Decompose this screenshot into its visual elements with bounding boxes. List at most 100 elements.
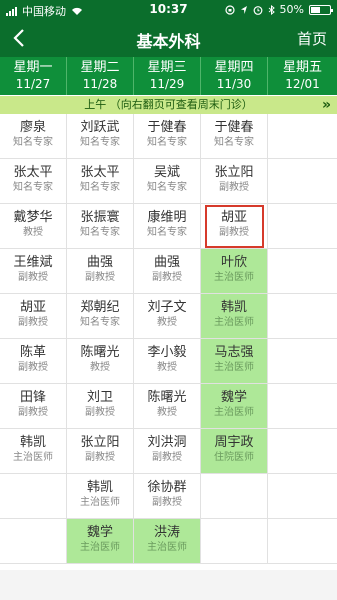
- doctor-cell[interactable]: 刘跃武 知名专家: [67, 114, 134, 159]
- bottom-area: [0, 570, 337, 600]
- doctor-cell[interactable]: 叶欣 主治医师: [201, 249, 268, 294]
- empty-cell: [0, 519, 67, 564]
- doctor-title: 副教授: [152, 272, 182, 283]
- doctor-name: 戴梦华: [13, 210, 53, 225]
- doctor-name: 刘跃武: [80, 120, 120, 135]
- page-title: 基本外科: [136, 32, 201, 51]
- empty-cell: [268, 519, 337, 564]
- doctor-name: 廖泉: [19, 120, 46, 135]
- doctor-title: 副教授: [18, 317, 48, 328]
- doctor-title: 知名专家: [80, 317, 120, 328]
- doctor-title: 教授: [157, 317, 177, 328]
- doctor-title: 主治医师: [214, 407, 254, 418]
- doctor-name: 胡亚: [19, 300, 46, 315]
- doctor-cell[interactable]: 王维斌 副教授: [0, 249, 67, 294]
- day-name: 星期三: [147, 60, 187, 75]
- doctor-cell[interactable]: 于健春 知名专家: [134, 114, 201, 159]
- doctor-title: 主治医师: [13, 452, 53, 463]
- doctor-title: 副教授: [219, 182, 249, 193]
- doctor-cell[interactable]: 马志强 主治医师: [201, 339, 268, 384]
- doctor-cell[interactable]: 张太平 知名专家: [67, 159, 134, 204]
- day-tab-monday[interactable]: 星期一 11/27: [0, 57, 67, 95]
- doctor-title: 知名专家: [13, 137, 53, 148]
- doctor-title: 副教授: [85, 272, 115, 283]
- navigation-bar: 基本外科 首页: [0, 20, 337, 57]
- doctor-name: 曲强: [86, 255, 113, 270]
- doctor-cell[interactable]: 韩凯 主治医师: [201, 294, 268, 339]
- doctor-cell[interactable]: 田锋 副教授: [0, 384, 67, 429]
- doctor-title: 主治医师: [147, 542, 187, 553]
- doctor-title: 教授: [157, 362, 177, 373]
- doctor-cell[interactable]: 曲强 副教授: [67, 249, 134, 294]
- doctor-title: 副教授: [18, 407, 48, 418]
- doctor-cell[interactable]: 张立阳 副教授: [201, 159, 268, 204]
- empty-cell: [268, 294, 337, 339]
- day-tab-thursday[interactable]: 星期四 11/30: [201, 57, 268, 95]
- double-chevron-right-icon[interactable]: »: [322, 96, 331, 114]
- day-tab-tuesday[interactable]: 星期二 11/28: [67, 57, 134, 95]
- doctor-title: 主治医师: [80, 497, 120, 508]
- bluetooth-icon: [268, 4, 275, 15]
- doctor-title: 知名专家: [147, 137, 187, 148]
- doctor-title: 教授: [23, 227, 43, 238]
- doctor-name: 马志强: [214, 345, 254, 360]
- doctor-cell[interactable]: 张太平 知名专家: [0, 159, 67, 204]
- empty-cell: [268, 339, 337, 384]
- doctor-title: 知名专家: [147, 182, 187, 193]
- doctor-cell[interactable]: 吴斌 知名专家: [134, 159, 201, 204]
- doctor-cell[interactable]: 韩凯 主治医师: [0, 429, 67, 474]
- doctor-cell[interactable]: 刘子文 教授: [134, 294, 201, 339]
- doctor-cell[interactable]: 郑朝纪 知名专家: [67, 294, 134, 339]
- doctor-name: 张振寰: [80, 210, 120, 225]
- day-name: 星期二: [80, 60, 120, 75]
- doctor-title: 教授: [90, 362, 110, 373]
- doctor-name: 田锋: [19, 390, 46, 405]
- doctor-title: 住院医师: [214, 452, 254, 463]
- doctor-name: 张立阳: [214, 165, 254, 180]
- doctor-name: 张太平: [13, 165, 53, 180]
- doctor-name: 王维斌: [13, 255, 53, 270]
- battery-icon: [309, 4, 333, 15]
- doctor-cell[interactable]: 康维明 知名专家: [134, 204, 201, 249]
- doctor-cell[interactable]: 张振寰 知名专家: [67, 204, 134, 249]
- day-date: 12/01: [285, 77, 320, 91]
- doctor-cell[interactable]: 于健春 知名专家: [201, 114, 268, 159]
- doctor-cell[interactable]: 陈革 副教授: [0, 339, 67, 384]
- doctor-title: 主治医师: [214, 272, 254, 283]
- doctor-cell[interactable]: 廖泉 知名专家: [0, 114, 67, 159]
- doctor-cell[interactable]: 张立阳 副教授: [67, 429, 134, 474]
- doctor-cell[interactable]: 韩凯 主治医师: [67, 474, 134, 519]
- doctor-cell[interactable]: 陈曙光 教授: [134, 384, 201, 429]
- doctor-cell[interactable]: 陈曙光 教授: [67, 339, 134, 384]
- doctor-cell[interactable]: 李小毅 教授: [134, 339, 201, 384]
- doctor-cell[interactable]: 胡亚 副教授: [0, 294, 67, 339]
- doctor-name: 刘洪洞: [147, 435, 187, 450]
- doctor-title: 主治医师: [80, 542, 120, 553]
- home-link[interactable]: 首页: [297, 28, 327, 49]
- doctor-name: 韩凯: [220, 300, 247, 315]
- doctor-title: 副教授: [152, 497, 182, 508]
- doctor-cell[interactable]: 周宇政 住院医师: [201, 429, 268, 474]
- doctor-title: 知名专家: [80, 137, 120, 148]
- battery-percent: 50%: [279, 3, 304, 16]
- day-date: 11/29: [149, 77, 185, 91]
- doctor-title: 教授: [157, 407, 177, 418]
- doctor-cell[interactable]: 曲强 副教授: [134, 249, 201, 294]
- doctor-name: 张太平: [80, 165, 120, 180]
- doctor-cell[interactable]: 魏学 主治医师: [67, 519, 134, 564]
- doctor-title: 副教授: [18, 362, 48, 373]
- doctor-cell[interactable]: 刘卫 副教授: [67, 384, 134, 429]
- doctor-cell[interactable]: 魏学 主治医师: [201, 384, 268, 429]
- doctor-name: 周宇政: [214, 435, 254, 450]
- day-tab-wednesday[interactable]: 星期三 11/29: [134, 57, 201, 95]
- doctor-cell[interactable]: 戴梦华 教授: [0, 204, 67, 249]
- doctor-name: 陈曙光: [147, 390, 187, 405]
- doctor-name: 叶欣: [220, 255, 247, 270]
- doctor-title: 知名专家: [80, 227, 120, 238]
- day-tab-friday[interactable]: 星期五 12/01: [268, 57, 337, 95]
- empty-cell: [268, 384, 337, 429]
- doctor-cell[interactable]: 徐协群 副教授: [134, 474, 201, 519]
- doctor-cell[interactable]: 洪涛 主治医师: [134, 519, 201, 564]
- location-icon: [240, 5, 247, 14]
- doctor-cell[interactable]: 刘洪洞 副教授: [134, 429, 201, 474]
